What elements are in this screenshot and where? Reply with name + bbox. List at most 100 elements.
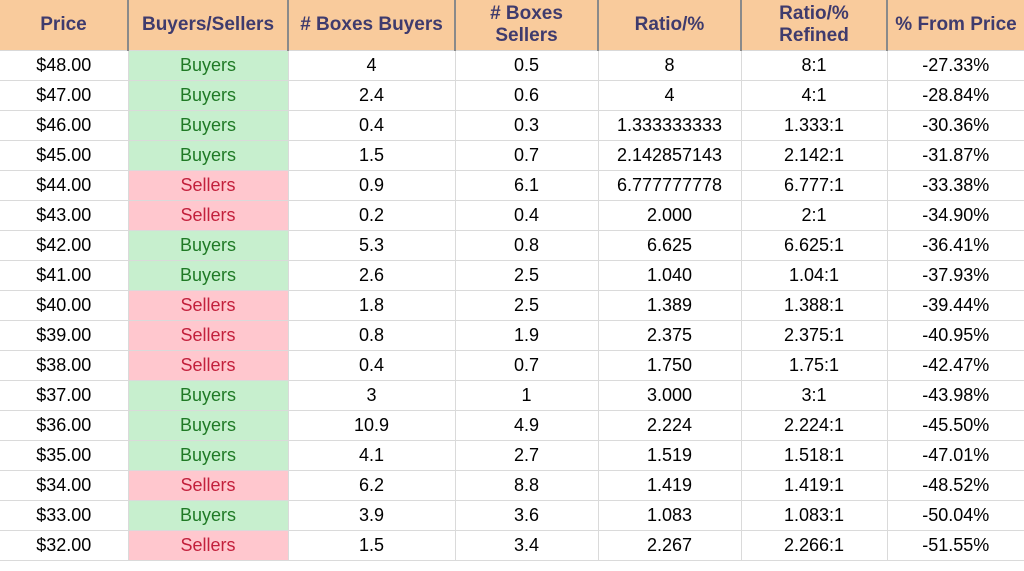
status-badge-buyers[interactable]: Buyers <box>128 50 289 81</box>
cell-ratio-pct-refined[interactable]: 2:1 <box>741 200 888 231</box>
cell-ratio-pct[interactable]: 2.224 <box>598 410 742 441</box>
status-badge-buyers[interactable]: Buyers <box>128 80 289 111</box>
cell-ratio-pct-refined[interactable]: 1.75:1 <box>741 350 888 381</box>
cell-boxes-sellers[interactable]: 3.4 <box>455 530 599 561</box>
cell-ratio-pct[interactable]: 1.389 <box>598 290 742 321</box>
cell-price[interactable]: $35.00 <box>0 440 129 471</box>
cell-pct-from-price[interactable]: -30.36% <box>887 110 1024 141</box>
cell-pct-from-price[interactable]: -45.50% <box>887 410 1024 441</box>
table-row[interactable]: $33.00 Buyers 3.9 3.6 1.083 1.083:1 -50.04% <box>0 500 1024 531</box>
cell-pct-from-price[interactable]: -43.98% <box>887 380 1024 411</box>
cell-boxes-sellers[interactable]: 2.5 <box>455 290 599 321</box>
cell-boxes-buyers[interactable]: 10.9 <box>288 410 456 441</box>
cell-pct-from-price[interactable]: -48.52% <box>887 470 1024 501</box>
cell-ratio-pct[interactable]: 3.000 <box>598 380 742 411</box>
cell-boxes-sellers[interactable]: 0.5 <box>455 50 599 81</box>
table-row[interactable]: $45.00 Buyers 1.5 0.7 2.142857143 2.142:1 -31.… <box>0 140 1024 171</box>
cell-ratio-pct[interactable]: 8 <box>598 50 742 81</box>
cell-boxes-buyers[interactable]: 1.5 <box>288 140 456 171</box>
cell-ratio-pct-refined[interactable]: 1.518:1 <box>741 440 888 471</box>
table-row[interactable]: $37.00 Buyers 3 1 3.000 3:1 -43.98% <box>0 380 1024 411</box>
cell-price[interactable]: $37.00 <box>0 380 129 411</box>
cell-price[interactable]: $45.00 <box>0 140 129 171</box>
table-row[interactable]: $39.00 Sellers 0.8 1.9 2.375 2.375:1 -40.95% <box>0 320 1024 351</box>
cell-price[interactable]: $44.00 <box>0 170 129 201</box>
column-header-ratio-pct[interactable]: Ratio/% <box>598 0 742 51</box>
table-row[interactable]: $36.00 Buyers 10.9 4.9 2.224 2.224:1 -45.50% <box>0 410 1024 441</box>
cell-pct-from-price[interactable]: -33.38% <box>887 170 1024 201</box>
cell-pct-from-price[interactable]: -31.87% <box>887 140 1024 171</box>
status-badge-sellers[interactable]: Sellers <box>128 290 289 321</box>
status-badge-sellers[interactable]: Sellers <box>128 350 289 381</box>
cell-ratio-pct[interactable]: 1.083 <box>598 500 742 531</box>
cell-boxes-sellers[interactable]: 0.8 <box>455 230 599 261</box>
cell-boxes-buyers[interactable]: 0.4 <box>288 110 456 141</box>
cell-boxes-sellers[interactable]: 2.7 <box>455 440 599 471</box>
cell-boxes-buyers[interactable]: 0.8 <box>288 320 456 351</box>
cell-price[interactable]: $47.00 <box>0 80 129 111</box>
status-badge-buyers[interactable]: Buyers <box>128 380 289 411</box>
cell-boxes-sellers[interactable]: 1.9 <box>455 320 599 351</box>
cell-ratio-pct-refined[interactable]: 1.419:1 <box>741 470 888 501</box>
cell-boxes-sellers[interactable]: 0.6 <box>455 80 599 111</box>
cell-boxes-sellers[interactable]: 3.6 <box>455 500 599 531</box>
cell-boxes-sellers[interactable]: 1 <box>455 380 599 411</box>
table-row[interactable]: $47.00 Buyers 2.4 0.6 4 4:1 -28.84% <box>0 80 1024 111</box>
table-row[interactable]: $41.00 Buyers 2.6 2.5 1.040 1.04:1 -37.93% <box>0 260 1024 291</box>
cell-ratio-pct-refined[interactable]: 3:1 <box>741 380 888 411</box>
cell-ratio-pct-refined[interactable]: 2.266:1 <box>741 530 888 561</box>
cell-ratio-pct[interactable]: 1.519 <box>598 440 742 471</box>
cell-ratio-pct[interactable]: 1.333333333 <box>598 110 742 141</box>
cell-boxes-sellers[interactable]: 0.7 <box>455 350 599 381</box>
cell-boxes-buyers[interactable]: 6.2 <box>288 470 456 501</box>
status-badge-buyers[interactable]: Buyers <box>128 410 289 441</box>
cell-boxes-buyers[interactable]: 0.9 <box>288 170 456 201</box>
cell-price[interactable]: $32.00 <box>0 530 129 561</box>
cell-ratio-pct-refined[interactable]: 1.04:1 <box>741 260 888 291</box>
cell-ratio-pct[interactable]: 2.375 <box>598 320 742 351</box>
status-badge-buyers[interactable]: Buyers <box>128 140 289 171</box>
cell-price[interactable]: $39.00 <box>0 320 129 351</box>
cell-pct-from-price[interactable]: -39.44% <box>887 290 1024 321</box>
cell-price[interactable]: $42.00 <box>0 230 129 261</box>
status-badge-buyers[interactable]: Buyers <box>128 440 289 471</box>
cell-price[interactable]: $46.00 <box>0 110 129 141</box>
cell-boxes-sellers[interactable]: 6.1 <box>455 170 599 201</box>
cell-ratio-pct-refined[interactable]: 8:1 <box>741 50 888 81</box>
cell-ratio-pct[interactable]: 6.625 <box>598 230 742 261</box>
cell-pct-from-price[interactable]: -27.33% <box>887 50 1024 81</box>
cell-ratio-pct[interactable]: 6.777777778 <box>598 170 742 201</box>
cell-price[interactable]: $43.00 <box>0 200 129 231</box>
cell-ratio-pct-refined[interactable]: 1.333:1 <box>741 110 888 141</box>
cell-ratio-pct-refined[interactable]: 2.142:1 <box>741 140 888 171</box>
cell-ratio-pct[interactable]: 1.750 <box>598 350 742 381</box>
status-badge-buyers[interactable]: Buyers <box>128 230 289 261</box>
cell-pct-from-price[interactable]: -42.47% <box>887 350 1024 381</box>
status-badge-buyers[interactable]: Buyers <box>128 110 289 141</box>
status-badge-sellers[interactable]: Sellers <box>128 170 289 201</box>
cell-price[interactable]: $34.00 <box>0 470 129 501</box>
table-row[interactable]: $32.00 Sellers 1.5 3.4 2.267 2.266:1 -51.55% <box>0 530 1024 561</box>
cell-price[interactable]: $36.00 <box>0 410 129 441</box>
cell-price[interactable]: $41.00 <box>0 260 129 291</box>
table-row[interactable]: $46.00 Buyers 0.4 0.3 1.333333333 1.333:1 -30.… <box>0 110 1024 141</box>
cell-price[interactable]: $33.00 <box>0 500 129 531</box>
cell-ratio-pct-refined[interactable]: 1.388:1 <box>741 290 888 321</box>
cell-boxes-buyers[interactable]: 0.4 <box>288 350 456 381</box>
cell-boxes-buyers[interactable]: 1.8 <box>288 290 456 321</box>
table-row[interactable]: $40.00 Sellers 1.8 2.5 1.389 1.388:1 -39.44% <box>0 290 1024 321</box>
status-badge-buyers[interactable]: Buyers <box>128 500 289 531</box>
column-header-buyers-sellers[interactable]: Buyers/Sellers <box>128 0 289 51</box>
status-badge-sellers[interactable]: Sellers <box>128 470 289 501</box>
cell-ratio-pct[interactable]: 1.040 <box>598 260 742 291</box>
cell-ratio-pct[interactable]: 2.267 <box>598 530 742 561</box>
status-badge-sellers[interactable]: Sellers <box>128 530 289 561</box>
cell-ratio-pct[interactable]: 1.419 <box>598 470 742 501</box>
cell-boxes-sellers[interactable]: 8.8 <box>455 470 599 501</box>
status-badge-sellers[interactable]: Sellers <box>128 200 289 231</box>
cell-ratio-pct-refined[interactable]: 6.777:1 <box>741 170 888 201</box>
cell-boxes-sellers[interactable]: 0.3 <box>455 110 599 141</box>
column-header-boxes-sellers[interactable]: # Boxes Sellers <box>455 0 599 51</box>
cell-ratio-pct-refined[interactable]: 2.224:1 <box>741 410 888 441</box>
column-header-boxes-buyers[interactable]: # Boxes Buyers <box>288 0 456 51</box>
